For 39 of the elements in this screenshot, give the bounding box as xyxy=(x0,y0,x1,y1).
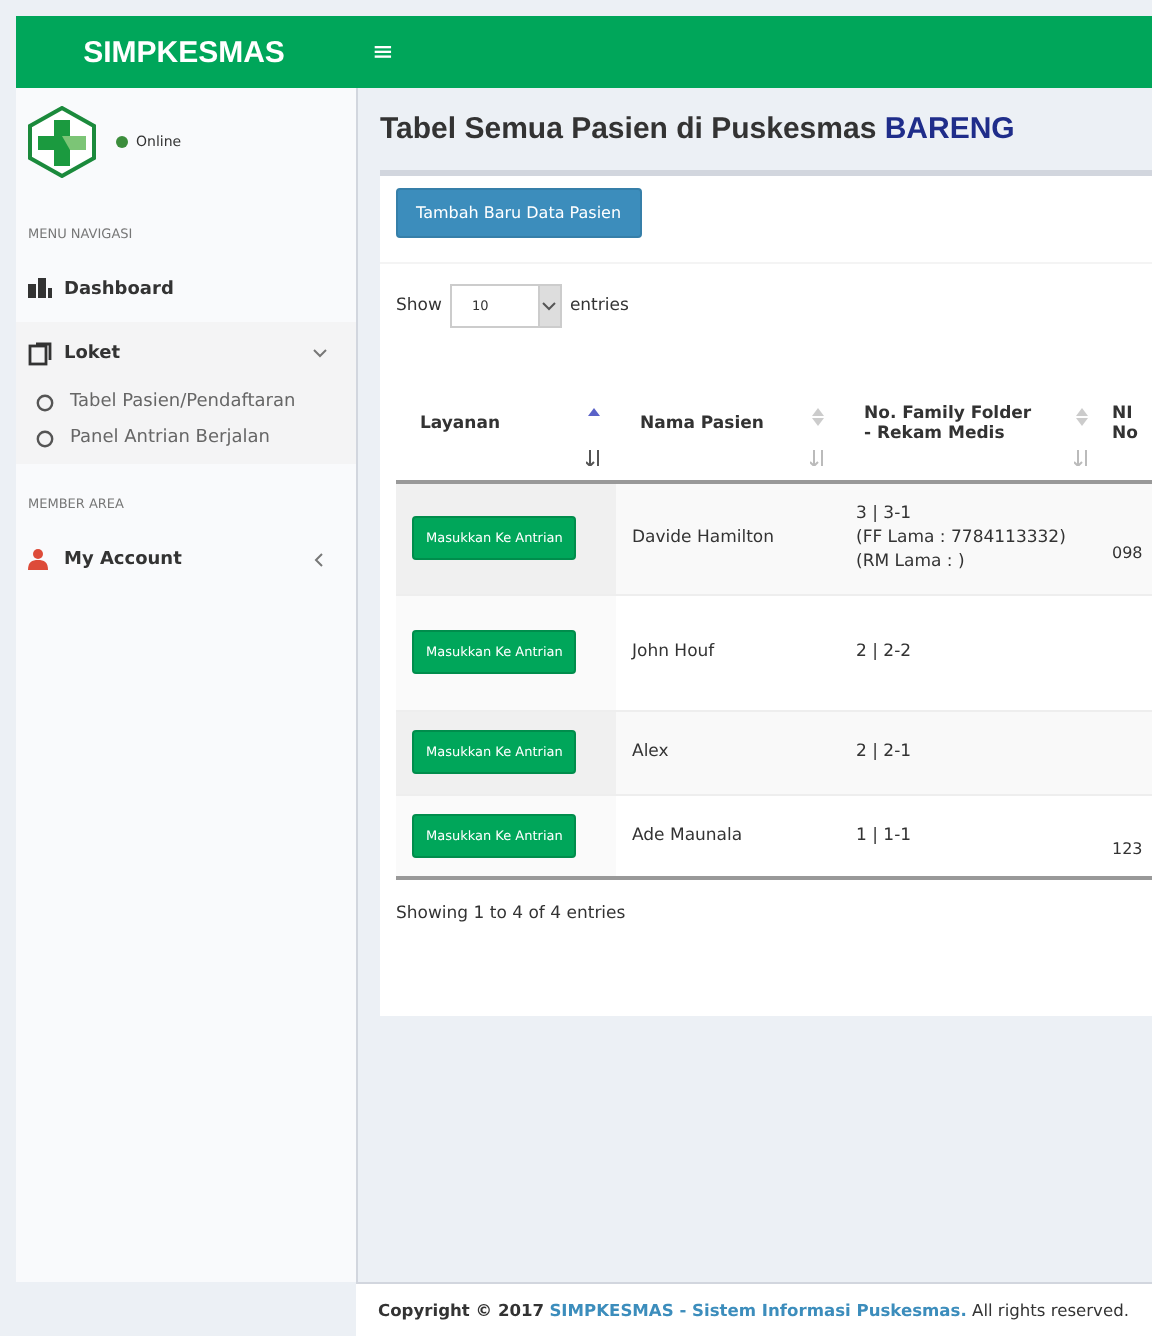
sidebar-item[interactable]: Dashboard xyxy=(16,258,356,322)
sort-icon xyxy=(812,408,824,426)
brand-logo[interactable]: SIMPKESMAS xyxy=(16,35,352,69)
table-cell: Alex xyxy=(632,742,669,762)
table-info: Showing 1 to 4 of 4 entries xyxy=(396,904,628,924)
circle-icon xyxy=(36,429,54,447)
submenu-item[interactable]: Tabel Pasien/Pendaftaran xyxy=(16,386,356,422)
user-icon xyxy=(28,548,52,572)
sort-order-icon xyxy=(586,450,604,466)
page-title: Tabel Semua Pasien di Puskesmas BARENG xyxy=(380,112,1017,146)
caret-icon xyxy=(542,301,557,311)
entries-label: entries xyxy=(569,296,629,316)
bar-chart-icon xyxy=(28,278,52,302)
sidebar-item[interactable]: Loket xyxy=(16,322,356,386)
circle-icon xyxy=(36,393,54,411)
table-cell-text: 2 | 2-1 xyxy=(856,739,914,765)
sidebar-item[interactable]: My Account xyxy=(16,528,356,592)
table-cell-text: 3 | 3-1 (FF Lama : 7784113332) (RM Lama : ) xyxy=(856,501,1068,576)
status-dot-icon xyxy=(116,136,128,148)
table-cell: 098 xyxy=(1112,543,1143,562)
show-label: Show xyxy=(396,296,442,316)
health-cross-logo-icon xyxy=(28,106,96,178)
sort-icon xyxy=(1076,408,1088,426)
table-cell: 123 xyxy=(1112,840,1143,859)
table-cell-text: 1 | 1-1 xyxy=(856,823,914,848)
sort-order-icon xyxy=(810,450,828,466)
table-cell: John Houf xyxy=(632,642,715,662)
chevron-left-icon xyxy=(312,552,328,568)
footer-text: Copyright © 2017 SIMPKESMAS - Sistem Informasi Puskesmas. All rights reserved. xyxy=(378,1300,1129,1320)
sort-order-icon xyxy=(1074,450,1092,466)
menu-toggle[interactable]: ≡ xyxy=(352,37,394,67)
table-cell: Davide Hamilton xyxy=(632,528,774,549)
add-patient-button[interactable]: Tambah Baru Data Pasien xyxy=(396,188,642,238)
table-cell-text: 2 | 2-2 xyxy=(856,639,914,665)
table-cell: Ade Maunala xyxy=(632,825,743,846)
copy-icon xyxy=(28,342,52,366)
footer-link[interactable]: SIMPKESMAS - Sistem Informasi Puskesmas. xyxy=(549,1300,967,1320)
chevron-down-icon xyxy=(312,346,328,362)
submenu-item[interactable]: Panel Antrian Berjalan xyxy=(16,422,356,464)
